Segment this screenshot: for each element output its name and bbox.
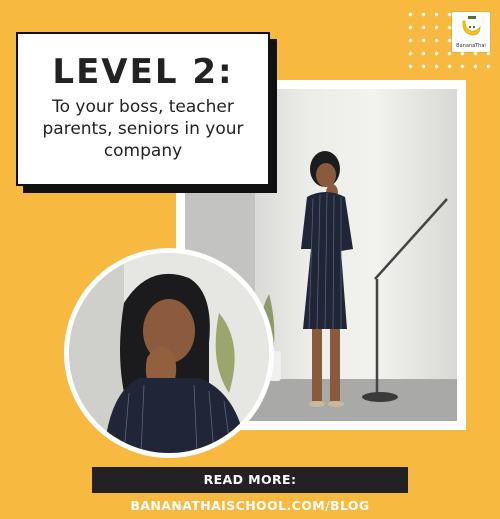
brand-logo[interactable]: BananaThai xyxy=(452,12,490,52)
read-more-link[interactable]: READ MORE: BANANATHAISCHOOL.COM/BLOG xyxy=(92,467,408,513)
brand-name: BananaThai xyxy=(456,43,486,49)
banana-icon xyxy=(462,16,481,36)
closeup-photo xyxy=(64,248,274,458)
headline-title: LEVEL 2: xyxy=(52,52,234,92)
headline-card: LEVEL 2: To your boss, teacher parents, … xyxy=(16,32,270,186)
headline-description: To your boss, teacher parents, seniors i… xyxy=(42,97,244,161)
